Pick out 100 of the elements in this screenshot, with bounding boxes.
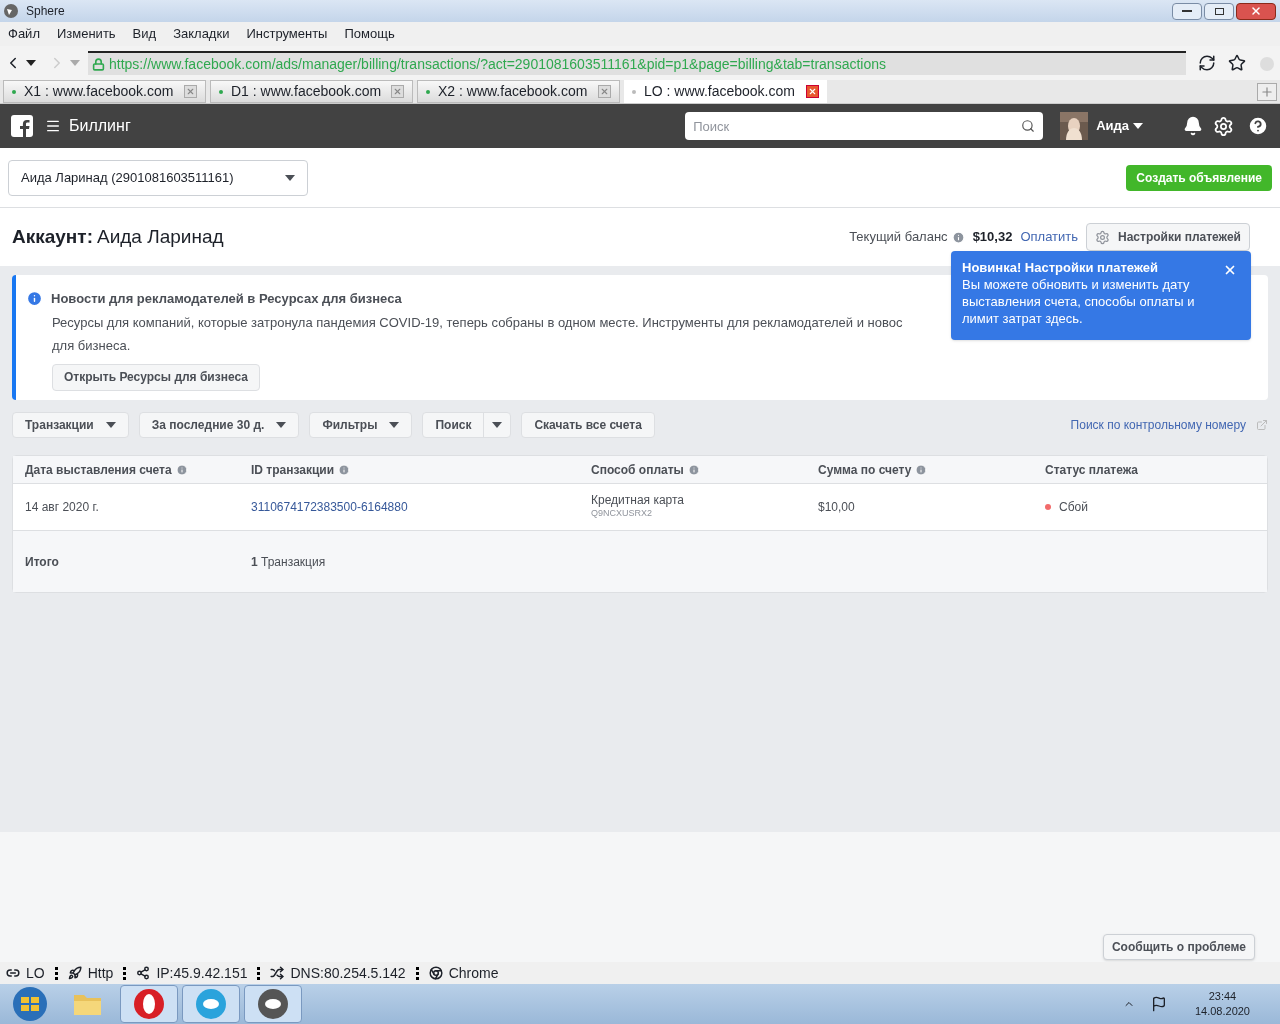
column-header: Дата выставления счета bbox=[25, 461, 172, 479]
account-dropdown[interactable]: Аида Ларинад (2901081603511161) bbox=[8, 159, 308, 196]
status-icon bbox=[67, 966, 82, 980]
status-item: IP:45.9.42.151 bbox=[156, 963, 248, 983]
report-problem-button[interactable]: Сообщить о проблеме bbox=[1102, 934, 1255, 960]
table-cell-text: Кредитная карта bbox=[591, 494, 686, 507]
lookup-link[interactable]: Поиск по контрольному номеру bbox=[1070, 416, 1246, 434]
flag-icon[interactable] bbox=[1150, 996, 1167, 1012]
banner-title: Новости для рекламодателей в Ресурсах для бизнеса bbox=[51, 290, 402, 308]
tooltip-title: Новинка! Настройки платежей bbox=[962, 259, 1159, 276]
menu-item[interactable]: Файл bbox=[8, 24, 40, 44]
download-button[interactable]: Скачать все счета bbox=[521, 412, 655, 438]
status-icon bbox=[136, 966, 151, 980]
info-icon bbox=[175, 463, 188, 476]
tab-close-icon[interactable] bbox=[598, 85, 611, 98]
search-split-button[interactable]: Поиск bbox=[422, 412, 512, 438]
info-icon bbox=[338, 463, 351, 476]
caret-icon bbox=[26, 60, 36, 66]
banner-text: Ресурсы для компаний, которые затронула пандемия COVID-19, теперь собраны в одном месте. Инструменты для рекламодателей и новос bbox=[52, 313, 903, 332]
total-label: Итого bbox=[25, 553, 60, 571]
caret-icon bbox=[276, 422, 287, 428]
tab-close-icon[interactable] bbox=[391, 85, 404, 98]
close-icon bbox=[1250, 5, 1262, 17]
filter-dropdown[interactable]: За последние 30 д. bbox=[138, 412, 300, 438]
plus-icon bbox=[1260, 85, 1274, 99]
separator-icon bbox=[123, 966, 127, 980]
menu-item[interactable]: Изменить bbox=[56, 24, 116, 44]
settings-icon[interactable] bbox=[1213, 115, 1234, 137]
payment-settings-button[interactable]: Настройки платежей bbox=[1086, 223, 1250, 251]
balance-label: Текущий баланс bbox=[849, 228, 948, 247]
app-logo-icon bbox=[4, 4, 18, 18]
separator-icon bbox=[54, 966, 58, 980]
pay-link[interactable]: Оплатить bbox=[1020, 227, 1078, 247]
menu-item[interactable]: Помощь bbox=[344, 24, 395, 44]
caret-icon bbox=[105, 422, 116, 428]
banner-text: для бизнеса. bbox=[52, 337, 131, 355]
clock-time: 23:44 bbox=[1208, 989, 1237, 1004]
table-cell-text: 14 авг 2020 г. bbox=[25, 499, 100, 516]
total-count: 1 Транзакция bbox=[251, 553, 327, 571]
browser-tab[interactable]: X2 : www.facebook.com bbox=[417, 80, 620, 103]
status-icon bbox=[6, 966, 20, 980]
opera-icon[interactable] bbox=[120, 985, 178, 1023]
column-header: Статус платежа bbox=[1045, 461, 1139, 479]
gear-icon bbox=[1095, 229, 1110, 245]
caret-icon bbox=[492, 422, 503, 428]
separator-icon bbox=[415, 966, 419, 980]
column-header: Способ оплаты bbox=[591, 461, 684, 479]
tab-close-icon[interactable] bbox=[806, 85, 819, 98]
open-resources-button[interactable]: Открыть Ресурсы для бизнеса bbox=[52, 363, 260, 391]
column-header: ID транзакции bbox=[251, 461, 335, 479]
column-header: Сумма по счету bbox=[818, 461, 912, 479]
search-field[interactable]: Поиск bbox=[685, 112, 1044, 140]
bookmark-icon[interactable] bbox=[1228, 54, 1246, 72]
export-icon bbox=[1256, 419, 1268, 431]
menu-item[interactable]: Инструменты bbox=[246, 24, 328, 44]
info-icon bbox=[687, 463, 700, 476]
window-title: Sphere bbox=[26, 3, 65, 20]
menu-item[interactable]: Закладки bbox=[173, 24, 230, 44]
transaction-link[interactable]: 3110674172383500-6164880 bbox=[251, 498, 408, 516]
filter-dropdown[interactable]: Транзакции bbox=[12, 412, 129, 438]
reload-icon[interactable] bbox=[1198, 54, 1216, 72]
info-icon bbox=[26, 290, 43, 308]
caret-icon bbox=[1133, 123, 1143, 129]
browser-tab[interactable]: D1 : www.facebook.com bbox=[210, 80, 413, 103]
status-item: Chrome bbox=[448, 963, 499, 983]
info-icon bbox=[915, 463, 928, 476]
search-icon[interactable] bbox=[1021, 119, 1036, 133]
close-icon[interactable] bbox=[1223, 263, 1237, 277]
browser-tab[interactable]: LO : www.facebook.com bbox=[624, 80, 827, 103]
clock-date: 14.08.2020 bbox=[1194, 1004, 1250, 1019]
status-item: DNS:80.254.5.142 bbox=[290, 963, 406, 983]
restore-button[interactable] bbox=[1204, 2, 1234, 20]
caret-icon bbox=[389, 422, 400, 428]
menu-item[interactable]: Вид bbox=[132, 24, 157, 44]
caret-icon bbox=[70, 60, 80, 66]
separator-icon bbox=[257, 966, 261, 980]
info-icon bbox=[951, 230, 965, 244]
facebook-logo-icon[interactable] bbox=[11, 115, 33, 137]
tab-close-icon[interactable] bbox=[184, 85, 197, 98]
table-cell-text: Сбой bbox=[1059, 499, 1088, 516]
close-button[interactable] bbox=[1236, 2, 1276, 20]
account-name: Аида Ларинад bbox=[97, 224, 224, 249]
browser-tab[interactable]: X1 : www.facebook.com bbox=[3, 80, 206, 103]
page-title: Биллинг bbox=[69, 116, 131, 136]
tooltip-text: Вы можете обновить и изменить дату выставления счета, способы оплаты и лимит затрат здесь. bbox=[962, 276, 1196, 327]
user-name[interactable]: Аида bbox=[1096, 116, 1129, 136]
caret-icon bbox=[285, 174, 295, 181]
minimize-button[interactable] bbox=[1172, 2, 1202, 20]
lock-icon bbox=[92, 57, 105, 71]
status-item: LO bbox=[26, 963, 45, 983]
balance-value: $10,32 bbox=[972, 228, 1013, 247]
help-icon[interactable] bbox=[1247, 115, 1269, 137]
menu-icon[interactable] bbox=[45, 118, 61, 134]
status-icon bbox=[428, 966, 443, 980]
table-cell-text: $10,00 bbox=[818, 499, 856, 516]
status-item: Http bbox=[87, 963, 114, 983]
card-code: Q9NCXUSRX2 bbox=[591, 507, 654, 520]
filter-dropdown[interactable]: Фильтры bbox=[309, 412, 413, 438]
account-label: Аккаунт: bbox=[12, 224, 93, 249]
notifications-icon[interactable] bbox=[1183, 116, 1203, 136]
